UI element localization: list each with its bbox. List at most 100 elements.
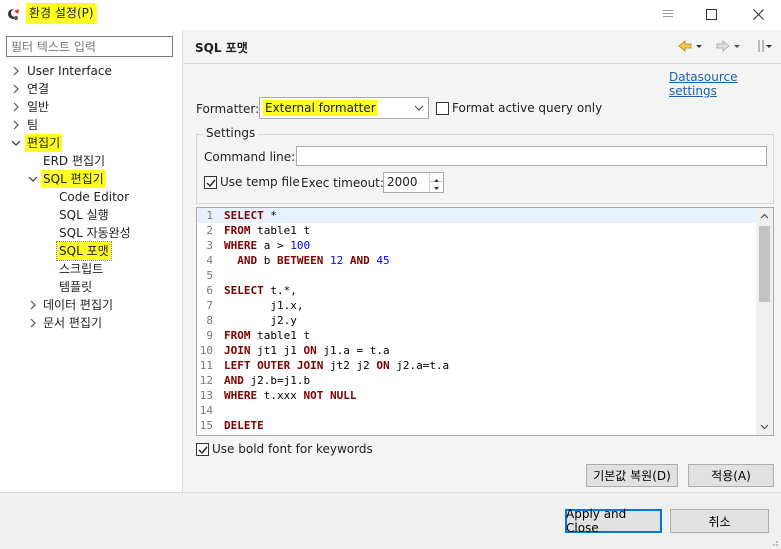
sql-keyword: AND bbox=[349, 254, 370, 267]
code-line: 15 DELETE bbox=[197, 418, 756, 433]
sql-keyword: AND bbox=[224, 374, 244, 387]
code-text: LEFT OUTER JOIN jt2 j2 ON j2.a=t.a bbox=[224, 358, 449, 373]
forward-menu-icon[interactable] bbox=[734, 45, 740, 48]
chevron-right-icon[interactable] bbox=[11, 84, 21, 94]
pin-icon[interactable] bbox=[662, 8, 674, 18]
code-line: 4 AND b BETWEEN 12 AND 45 bbox=[197, 253, 756, 268]
command-line-label: Command line: bbox=[204, 150, 296, 164]
code-line: 14 bbox=[197, 403, 756, 418]
view-menu-icon[interactable] bbox=[758, 40, 772, 52]
back-menu-icon[interactable] bbox=[696, 45, 702, 48]
code-line: 6 SELECT t.*, bbox=[197, 283, 756, 298]
sql-number: 45 bbox=[376, 254, 390, 267]
tree-item-label: 일반 bbox=[27, 100, 50, 114]
cancel-button[interactable]: 취소 bbox=[670, 509, 769, 533]
close-button[interactable] bbox=[735, 0, 781, 28]
tree-item-scripts[interactable]: 스크립트 bbox=[0, 260, 182, 278]
bold-keywords-checkbox[interactable] bbox=[196, 443, 209, 456]
apply-and-close-button[interactable]: Apply and Close bbox=[565, 507, 662, 535]
chevron-down-icon[interactable] bbox=[11, 138, 21, 148]
checkmark-icon bbox=[198, 446, 208, 455]
sql-keyword: FROM bbox=[224, 224, 251, 237]
sql-keyword: AND bbox=[237, 254, 258, 267]
tree-item-label: Code Editor bbox=[59, 190, 130, 204]
chevron-down-icon bbox=[414, 105, 424, 111]
command-line-input[interactable] bbox=[296, 146, 767, 166]
spin-up-button[interactable] bbox=[430, 173, 443, 182]
tree-item-editors[interactable]: 편집기 bbox=[0, 134, 182, 152]
code-text: WHERE t.xxx NOT NULL bbox=[224, 388, 356, 403]
code-line: 12 AND j2.b=j1.b bbox=[197, 373, 756, 388]
forward-arrow-icon[interactable] bbox=[716, 40, 730, 52]
code-text: j2.y bbox=[224, 313, 297, 328]
scroll-down-button[interactable] bbox=[756, 419, 773, 435]
datasource-settings-link[interactable]: Datasource settings bbox=[669, 70, 781, 98]
chevron-right-icon[interactable] bbox=[11, 102, 21, 112]
maximize-button[interactable] bbox=[688, 0, 734, 28]
tree-item-erd-editor[interactable]: ERD 편집기 bbox=[0, 152, 182, 170]
chevron-right-icon[interactable] bbox=[11, 120, 21, 130]
tree-item-team[interactable]: 팀 bbox=[0, 116, 182, 134]
code-line: 2 FROM table1 t bbox=[197, 223, 756, 238]
sql-keyword: FROM bbox=[224, 329, 251, 342]
tree-item-sql-editor[interactable]: SQL 편집기 bbox=[0, 170, 182, 188]
apply-button[interactable]: 적용(A) bbox=[688, 464, 774, 487]
tree-item-templates[interactable]: 템플릿 bbox=[0, 278, 182, 296]
tree-item-sql-completion[interactable]: SQL 자동완성 bbox=[0, 224, 182, 242]
code-line: 10 JOIN jt1 j1 ON j1.a = t.a bbox=[197, 343, 756, 358]
formatter-select[interactable]: External formatter bbox=[259, 97, 429, 119]
filter-input[interactable] bbox=[6, 36, 173, 57]
sql-keyword: WHERE bbox=[224, 389, 258, 402]
chevron-right-icon[interactable] bbox=[28, 300, 38, 310]
sql-text: j2.a=t.a bbox=[389, 359, 450, 372]
exec-timeout-value: 2000 bbox=[387, 175, 418, 189]
tree-item-sql-format[interactable]: SQL 포맷 bbox=[0, 241, 182, 261]
page-title: SQL 포맷 bbox=[195, 41, 248, 55]
vertical-scrollbar[interactable] bbox=[756, 208, 773, 435]
resize-grip-icon[interactable] bbox=[769, 537, 779, 547]
format-active-checkbox[interactable] bbox=[436, 102, 449, 115]
tree-item-label: 팀 bbox=[27, 118, 39, 132]
line-number: 8 bbox=[206, 314, 213, 327]
tree-item-document-editor[interactable]: 문서 편집기 bbox=[0, 314, 182, 332]
tree-item-connections[interactable]: 연결 bbox=[0, 80, 182, 98]
sql-keyword: ON bbox=[376, 359, 390, 372]
tree-item-code-editor[interactable]: Code Editor bbox=[0, 188, 182, 206]
sql-text: jt2 j2 bbox=[323, 359, 377, 372]
code-line: 3 WHERE a > 100 bbox=[197, 238, 756, 253]
scroll-up-button[interactable] bbox=[756, 208, 773, 224]
code-line: 7 j1.x, bbox=[197, 298, 756, 313]
back-arrow-icon[interactable] bbox=[678, 40, 692, 52]
tree-item-general[interactable]: 일반 bbox=[0, 98, 182, 116]
code-text: WHERE a > 100 bbox=[224, 238, 310, 253]
line-number: 13 bbox=[199, 389, 213, 402]
chevron-down-icon[interactable] bbox=[28, 174, 38, 184]
sql-keyword: ON bbox=[303, 344, 317, 357]
sql-text: table1 t bbox=[250, 329, 311, 342]
tree-item-label: SQL 포맷 bbox=[56, 241, 112, 261]
spin-down-button[interactable] bbox=[430, 182, 443, 191]
preference-page: SQL 포맷 Datasource settings Formatter: Ex… bbox=[183, 30, 781, 492]
tree-item-label: SQL 자동완성 bbox=[59, 226, 131, 240]
tree-item-data-editor[interactable]: 데이터 편집기 bbox=[0, 296, 182, 314]
chevron-right-icon[interactable] bbox=[11, 66, 21, 76]
tree-item-label: SQL 편집기 bbox=[41, 170, 106, 188]
tree-item-user-interface[interactable]: User Interface bbox=[0, 62, 182, 80]
line-number: 15 bbox=[199, 419, 213, 432]
sql-keyword: NOT NULL bbox=[303, 389, 357, 402]
code-line: 1 SELECT * bbox=[197, 208, 756, 223]
tree-item-sql-execute[interactable]: SQL 실행 bbox=[0, 206, 182, 224]
tree-item-label: 스크립트 bbox=[59, 262, 104, 276]
scrollbar-thumb[interactable] bbox=[759, 226, 770, 302]
restore-defaults-button[interactable]: 기본값 복원(D) bbox=[586, 464, 678, 487]
use-temp-file-checkbox[interactable] bbox=[204, 176, 217, 189]
exec-timeout-spinner[interactable]: 2000 bbox=[383, 172, 444, 193]
tree-item-label: User Interface bbox=[27, 64, 112, 78]
sql-keyword: WHERE bbox=[224, 239, 258, 252]
sql-preview[interactable]: 1 SELECT * 2 FROM table1 t 3 WHERE a > 100 4 A… bbox=[196, 207, 774, 436]
code-text: DELETE bbox=[224, 418, 264, 433]
tree-item-label: 편집기 bbox=[25, 134, 63, 152]
chevron-right-icon[interactable] bbox=[28, 318, 38, 328]
